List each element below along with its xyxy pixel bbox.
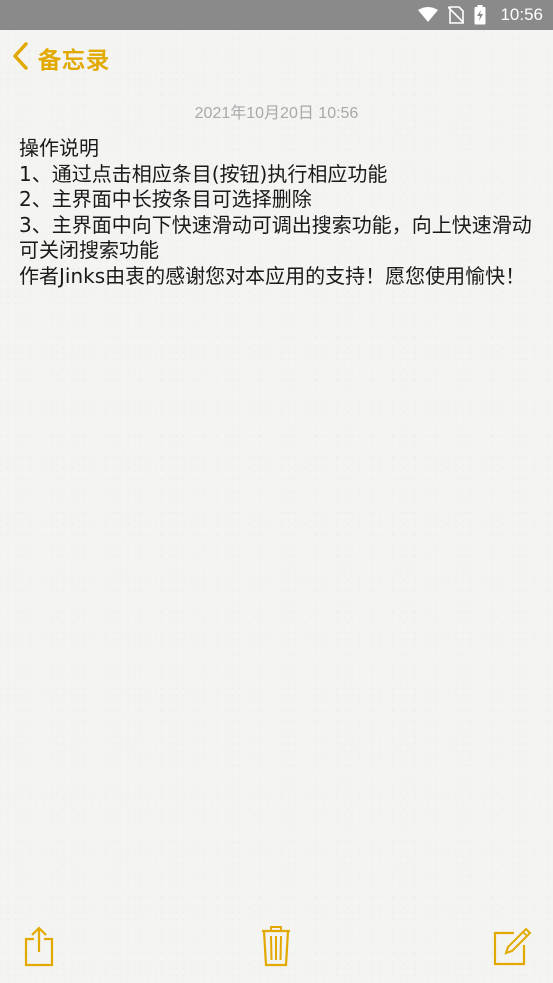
share-button[interactable] [19,926,59,970]
wifi-icon [418,7,439,23]
status-time: 10:56 [500,5,543,24]
share-icon [22,925,56,971]
battery-charging-icon [474,5,486,25]
trash-icon [260,925,292,971]
no-sim-icon [448,6,465,24]
status-bar: 10:56 [0,0,553,30]
note-content[interactable]: 操作说明 1、通过点击相应条目(按钮)执行相应功能 2、主界面中长按条目可选择删… [19,136,534,289]
compose-button[interactable] [492,926,532,970]
back-button[interactable]: 备忘录 [10,41,110,75]
note-date: 2021年10月20日 10:56 [194,105,359,122]
bottom-toolbar [0,920,553,976]
navigation-bar: 备忘录 [0,30,553,86]
delete-button[interactable] [256,926,296,970]
chevron-left-icon [10,41,32,75]
back-label: 备忘录 [38,48,110,74]
compose-icon [492,925,532,971]
